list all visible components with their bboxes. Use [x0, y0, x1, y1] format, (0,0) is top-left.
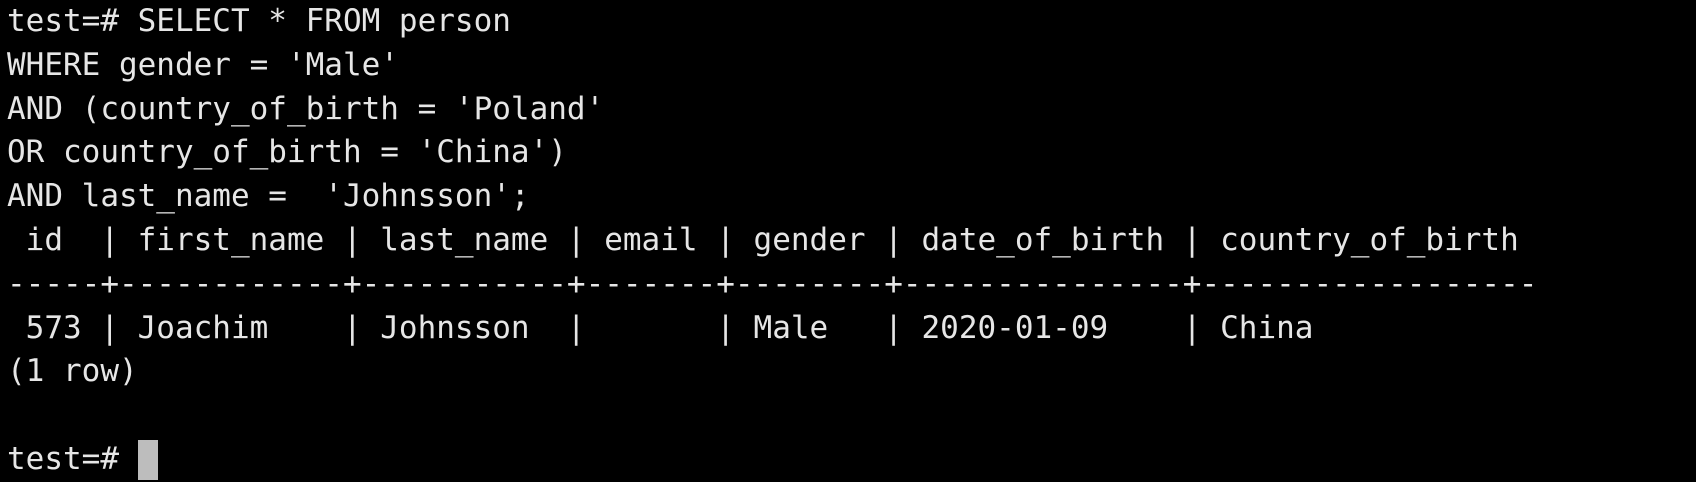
query-line-5: AND last_name = 'Johnsson'; — [7, 178, 530, 215]
command-prompt-line[interactable]: test=# — [7, 438, 1696, 482]
result-table-row: 573 | Joachim | Johnsson | | Male | 2020… — [7, 309, 1314, 346]
result-table-header: id | first_name | last_name | email | ge… — [7, 221, 1519, 258]
query-line-1: test=# SELECT * FROM person — [7, 3, 511, 39]
prompt-text: test=# — [7, 440, 138, 477]
terminal-window[interactable]: test=# SELECT * FROM person WHERE gender… — [0, 0, 1696, 482]
result-table-separator: -----+------------+-----------+-------+-… — [7, 265, 1538, 302]
query-line-4: OR country_of_birth = 'China') — [7, 134, 567, 171]
row-count: (1 row) — [7, 353, 138, 390]
query-line-2: WHERE gender = 'Male' — [7, 46, 399, 83]
cursor-block[interactable] — [137, 439, 158, 480]
query-line-3: AND (country_of_birth = 'Poland' — [7, 90, 605, 127]
